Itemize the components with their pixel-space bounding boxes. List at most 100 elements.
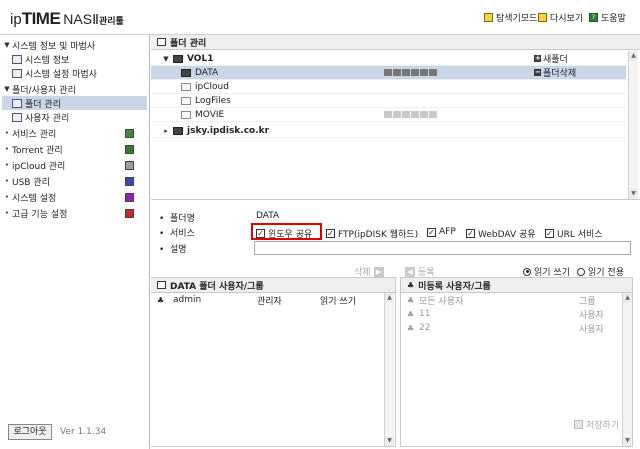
logo-nas: NASⅡ — [63, 11, 99, 27]
new-folder-button[interactable]: + 새폴더 — [534, 52, 568, 65]
logo-time: TIME — [21, 9, 61, 28]
scroll-down-icon[interactable]: ▼ — [385, 436, 394, 446]
explorer-mode-link[interactable]: 탐색기모드 — [484, 11, 537, 24]
save-icon — [574, 420, 583, 429]
users-icon: ♣ — [407, 280, 415, 290]
help-icon: ? — [589, 13, 598, 22]
sidebar-group-system[interactable]: ▼ 시스템 정보 및 마법사 — [2, 38, 147, 52]
unreg-row-all-users[interactable]: ♣ 모든 사용자 그룹 — [407, 293, 617, 307]
afp-checkbox[interactable]: ✓ AFP — [427, 227, 456, 237]
folder-users-panel: DATA 폴더 사용자/그룹 ♣ admin 관리자 읽기 쓰기 ▲ ▼ — [151, 277, 396, 447]
save-button[interactable]: 저장하기 — [574, 418, 619, 431]
system-settings-icon — [125, 192, 134, 202]
sidebar-item-torrent[interactable]: • Torrent 관리 — [2, 142, 147, 156]
checkbox-checked-icon: ✓ — [256, 229, 265, 238]
user-icon: ♣ — [407, 309, 415, 319]
minus-icon: − — [534, 68, 541, 76]
system-info-icon — [12, 54, 22, 64]
collapse-triangle-icon: ▼ — [163, 54, 169, 63]
iptime-logo: ipTIME NASⅡ관리툴 — [10, 9, 124, 29]
expand-arrow-icon: ▸ — [164, 126, 168, 135]
checkbox-checked-icon: ✓ — [545, 229, 554, 238]
description-label: • 설명 — [159, 245, 187, 255]
webdav-checkbox[interactable]: ✓ WebDAV 공유 — [466, 227, 536, 240]
header-bar: ipTIME NASⅡ관리툴 탐색기모드 다시보기 ? 도움말 — [0, 0, 640, 35]
scroll-down-icon[interactable]: ▼ — [629, 189, 638, 199]
unregistered-scrollbar[interactable]: ▲ ▼ — [622, 293, 632, 446]
logo-manager: 관리툴 — [98, 17, 124, 27]
ipcloud-icon — [125, 160, 134, 170]
folder-tree-panel: 폴더 관리 ▼ VOL1 + 새폴더 DATA − 폴더삭제 ipCloud Log… — [151, 35, 640, 200]
torrent-icon — [125, 144, 134, 154]
folder-icon — [181, 96, 191, 105]
radio-selected-icon — [523, 267, 531, 276]
plus-icon: + — [534, 54, 541, 62]
tree-folder-data[interactable]: DATA − 폴더삭제 — [151, 66, 626, 80]
group-icon: ♣ — [407, 295, 415, 305]
windows-share-checkbox[interactable]: ✓ 윈도우 공유 — [256, 227, 312, 240]
checkbox-checked-icon: ✓ — [427, 227, 436, 237]
reload-link[interactable]: 다시보기 — [538, 11, 583, 24]
tree-folder-logfiles[interactable]: LogFiles — [151, 94, 626, 108]
service-label: • 서비스 — [159, 229, 195, 239]
folder-name-label: • 폴더명 — [159, 214, 195, 224]
sidebar-item-system-settings[interactable]: • 시스템 설정 — [2, 190, 147, 204]
radio-icon — [577, 267, 585, 276]
scroll-up-icon[interactable]: ▲ — [629, 51, 638, 61]
wizard-icon — [12, 68, 22, 78]
reload-icon — [538, 13, 547, 22]
folder-name-row: • 폴더명 — [159, 211, 195, 224]
folder-users-scrollbar[interactable]: ▲ ▼ — [384, 293, 394, 446]
tree-volume[interactable]: ▼ VOL1 + 새폴더 — [151, 52, 626, 66]
bullet-icon: • — [4, 145, 10, 153]
bullet-icon: • — [4, 129, 10, 137]
expand-triangle-icon: ▼ — [4, 85, 10, 93]
bullet-icon: • — [4, 177, 10, 185]
sidebar-item-folder-management[interactable]: 폴더 관리 — [2, 96, 147, 110]
user-management-icon — [12, 112, 22, 122]
folder-icon — [181, 68, 191, 77]
bullet-icon: • — [4, 209, 10, 217]
unregistered-header: ♣ 미등록 사용자/그룹 — [401, 278, 632, 293]
sidebar-item-advanced[interactable]: • 고급 기능 설정 — [2, 206, 147, 220]
sidebar-item-user-management[interactable]: 사용자 관리 — [2, 110, 147, 124]
sidebar-item-service[interactable]: • 서비스 관리 — [2, 126, 147, 140]
delete-folder-button[interactable]: − 폴더삭제 — [534, 66, 576, 79]
checkbox-checked-icon: ✓ — [326, 229, 335, 238]
tree-remote-host[interactable]: ▸ jsky.ipdisk.co.kr — [151, 124, 626, 138]
sidebar-group-folder-user[interactable]: ▼ 폴더/사용자 관리 — [2, 82, 147, 96]
usb-icon — [125, 176, 134, 186]
users-panel-icon — [157, 281, 166, 289]
sidebar-item-usb[interactable]: • USB 관리 — [2, 174, 147, 188]
explorer-icon — [484, 13, 493, 22]
folder-icon — [181, 82, 191, 91]
sidebar: ▼ 시스템 정보 및 마법사 시스템 정보 시스템 설정 마법사 ▼ 폴더/사용자 … — [0, 35, 150, 449]
tree-folder-movie[interactable]: MOVIE — [151, 108, 626, 122]
sidebar-item-system-info[interactable]: 시스템 정보 — [2, 52, 147, 66]
folder-management-icon — [12, 98, 22, 108]
scroll-up-icon[interactable]: ▲ — [623, 293, 632, 303]
scroll-down-icon[interactable]: ▼ — [623, 436, 632, 446]
url-service-checkbox[interactable]: ✓ URL 서비스 — [545, 227, 603, 240]
user-row-admin[interactable]: ♣ admin 관리자 읽기 쓰기 — [157, 293, 387, 307]
service-row: • 서비스 — [159, 226, 195, 239]
sidebar-item-ipcloud[interactable]: • ipCloud 관리 — [2, 158, 147, 172]
service-icon — [125, 128, 134, 138]
volume-icon — [173, 54, 183, 63]
tree-folder-ipcloud[interactable]: ipCloud — [151, 80, 626, 94]
folder-tree-scrollbar[interactable]: ▲ ▼ — [628, 51, 638, 199]
description-input[interactable] — [254, 241, 631, 255]
remote-folder-icon — [173, 126, 183, 135]
unreg-row-user-11[interactable]: ♣ 11 사용자 — [407, 307, 617, 321]
folder-panel-header: 폴더 관리 — [151, 35, 640, 50]
ftp-checkbox[interactable]: ✓ FTP(ipDISK 웹하드) — [326, 227, 418, 240]
version-label: Ver 1.1.34 — [60, 427, 107, 437]
logout-button[interactable]: 로그아웃 — [8, 424, 52, 440]
sidebar-item-setup-wizard[interactable]: 시스템 설정 마법사 — [2, 66, 147, 80]
help-link[interactable]: ? 도움말 — [589, 11, 626, 24]
bullet-icon: • — [4, 193, 10, 201]
bullet-icon: • — [4, 161, 10, 169]
scroll-up-icon[interactable]: ▲ — [385, 293, 394, 303]
folder-panel-icon — [157, 38, 166, 46]
unreg-row-user-22[interactable]: ♣ 22 사용자 — [407, 321, 617, 335]
